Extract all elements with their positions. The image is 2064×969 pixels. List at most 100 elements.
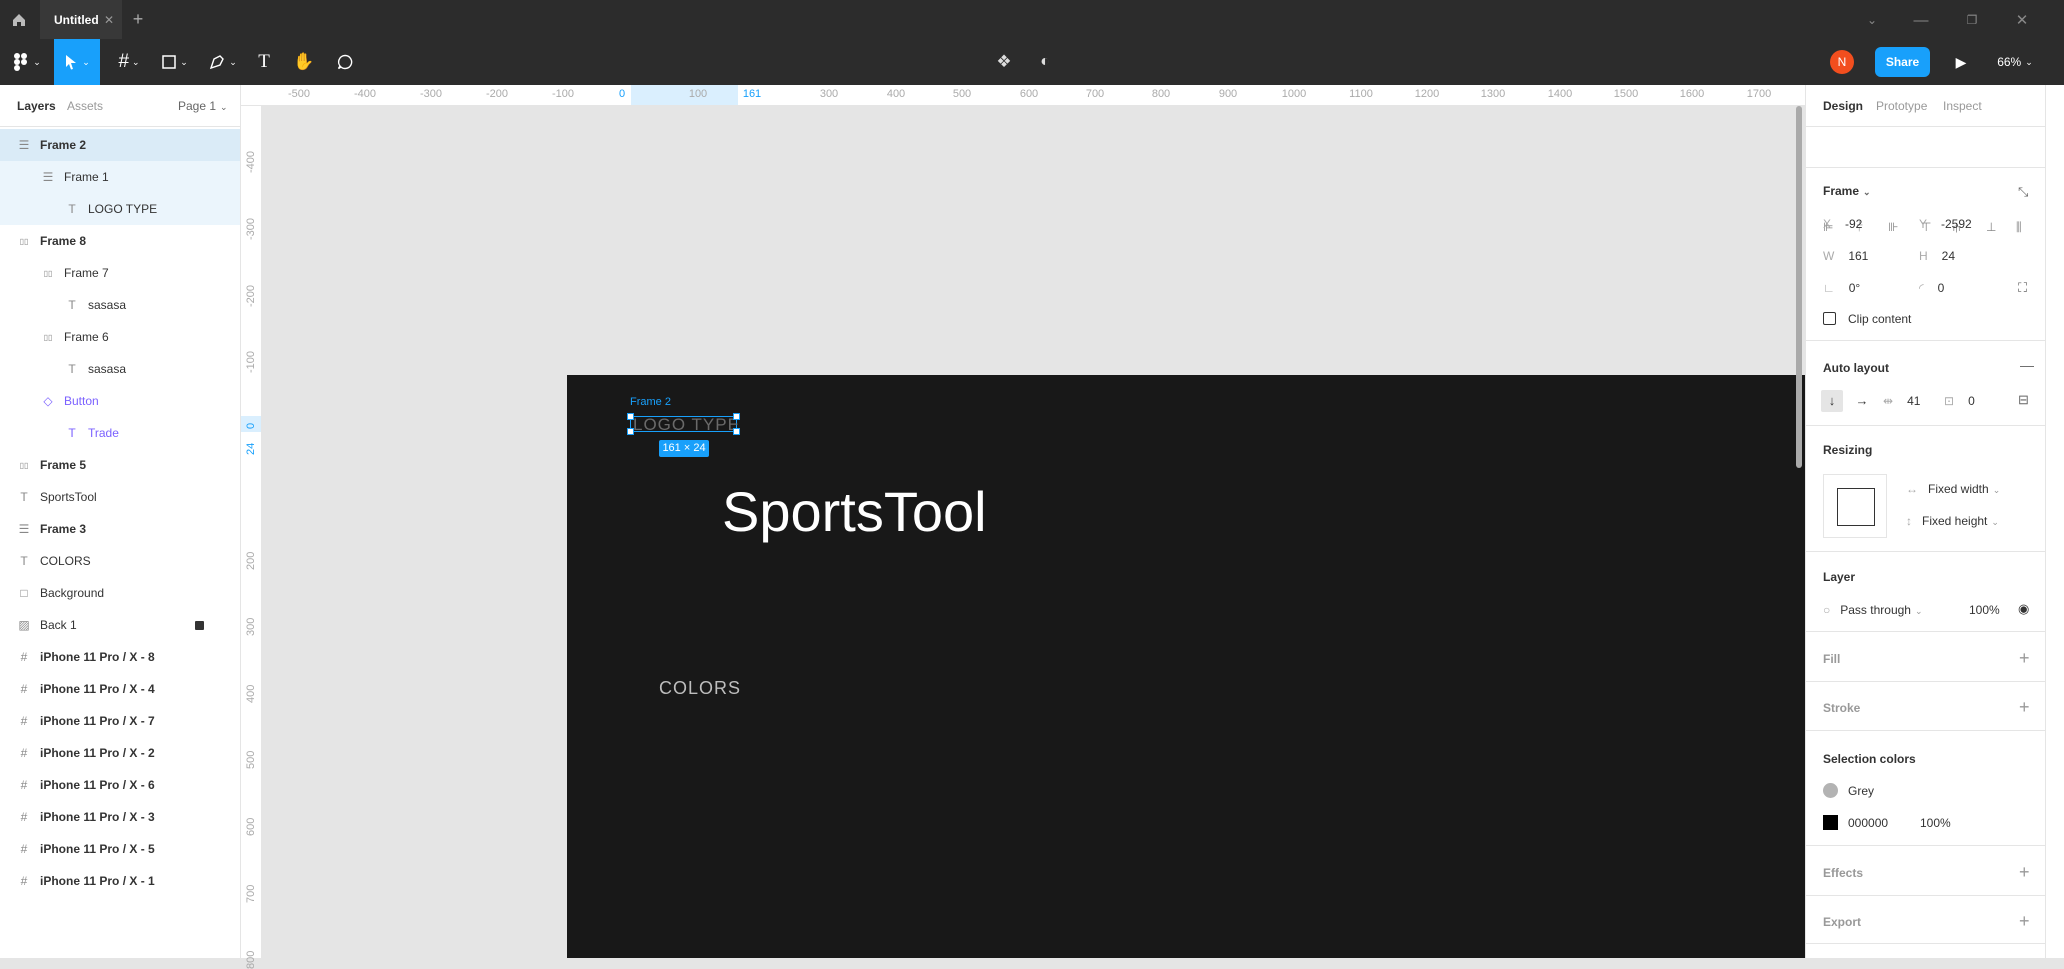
resize-handle-bottom-left[interactable]	[627, 428, 634, 435]
add-stroke-icon[interactable]: +	[2019, 698, 2030, 716]
tab-inspect[interactable]: Inspect	[1943, 99, 1982, 113]
layer-row[interactable]: ☰ Frame 1	[0, 161, 240, 193]
add-fill-icon[interactable]: +	[2019, 649, 2030, 667]
layer-row[interactable]: # iPhone 11 Pro / X - 5	[0, 833, 240, 865]
x-field[interactable]: X -92	[1823, 217, 1862, 231]
layer-row[interactable]: ☰ Frame 2	[0, 129, 240, 161]
shape-tool-icon[interactable]: ⌄	[158, 51, 192, 73]
add-effect-icon[interactable]: +	[2019, 863, 2030, 881]
layer-row[interactable]: # iPhone 11 Pro / X - 1	[0, 865, 240, 897]
close-tab-icon[interactable]: ✕	[104, 13, 114, 27]
page-selector[interactable]: Page 1 ⌄	[178, 99, 228, 113]
frame-type-dropdown[interactable]: Frame ⌄	[1823, 184, 1871, 198]
layer-row[interactable]: Tsasasa	[0, 289, 240, 321]
layer-row[interactable]: # iPhone 11 Pro / X - 2	[0, 737, 240, 769]
layer-row[interactable]: ▯▯ Frame 6	[0, 321, 240, 353]
resize-handle-bottom-right[interactable]	[733, 428, 740, 435]
remove-auto-layout-icon[interactable]: —	[2020, 357, 2034, 373]
layer-row[interactable]: # iPhone 11 Pro / X - 6	[0, 769, 240, 801]
layer-row[interactable]: T SportsTool	[0, 481, 240, 513]
layer-row[interactable]: T Trade	[0, 417, 240, 449]
logo-type-selection[interactable]: LOGO TYPE	[627, 413, 740, 435]
canvas-frame-label[interactable]: Frame 2	[630, 396, 671, 408]
frame-icon: #	[20, 810, 28, 824]
text-tool-icon[interactable]: T	[252, 51, 276, 73]
lock-icon[interactable]	[195, 620, 204, 630]
comment-tool-icon[interactable]	[333, 51, 357, 73]
opacity-field[interactable]: 100%	[1969, 603, 2000, 617]
close-window-icon[interactable]: ✕	[2012, 10, 2032, 30]
layer-row[interactable]: ▯▯ Frame 8	[0, 225, 240, 257]
fixed-width-dropdown[interactable]: ↔ Fixed width ⌄	[1906, 482, 2000, 496]
layer-row[interactable]: # iPhone 11 Pro / X - 4	[0, 673, 240, 705]
layer-row[interactable]: ◇ Button	[0, 385, 240, 417]
restore-icon[interactable]: ❐	[1962, 10, 1982, 30]
align-right-icon[interactable]: ⊪	[1888, 220, 1904, 236]
clip-content-label[interactable]: Clip content	[1848, 312, 1911, 326]
selection-color-black[interactable]: 000000 100%	[1823, 813, 2023, 833]
resize-handle-top-left[interactable]	[627, 413, 634, 420]
contrast-icon[interactable]: ◐	[1033, 51, 1057, 73]
main-menu-icon[interactable]: ⌄	[12, 51, 42, 73]
blend-mode-label: Pass through	[1840, 603, 1911, 617]
clip-content-checkbox[interactable]	[1823, 312, 1836, 325]
selection-color-grey[interactable]: Grey	[1823, 781, 2023, 801]
align-bottom-icon[interactable]: ⊥	[1986, 220, 2002, 236]
layer-row[interactable]: ▯▯ Frame 5	[0, 449, 240, 481]
fixed-height-dropdown[interactable]: ↕ Fixed height ⌄	[1906, 514, 1999, 528]
chevron-down-icon[interactable]: ⌄	[1862, 10, 1882, 30]
layer-row[interactable]: □ Background	[0, 577, 240, 609]
new-tab-icon[interactable]: +	[128, 9, 148, 29]
fit-content-icon[interactable]: ⤡	[2018, 184, 2028, 200]
file-tab[interactable]: Untitled ✕	[40, 0, 122, 39]
present-icon[interactable]: ▶	[1950, 51, 1972, 73]
radius-field[interactable]: ◜ 0	[1919, 281, 1944, 295]
padding-field[interactable]: ⊡ 0	[1944, 394, 1975, 408]
layer-row[interactable]: Tsasasa	[0, 353, 240, 385]
resize-handle-top-right[interactable]	[733, 413, 740, 420]
canvas[interactable]: Frame 2 LOGO TYPE 161 × 24 SportsTool CO…	[262, 106, 1805, 958]
eye-icon[interactable]: ◉	[2018, 601, 2029, 617]
section-divider	[1806, 551, 2046, 552]
minimize-icon[interactable]: —	[1911, 10, 1931, 30]
home-icon[interactable]	[8, 9, 30, 31]
layer-row[interactable]: ☰ Frame 3	[0, 513, 240, 545]
layer-row[interactable]: T COLORS	[0, 545, 240, 577]
h-field[interactable]: H 24	[1919, 249, 1955, 263]
layer-row[interactable]: # iPhone 11 Pro / X - 7	[0, 705, 240, 737]
move-tool-button[interactable]: ⌄	[54, 39, 100, 85]
tab-design[interactable]: Design	[1823, 99, 1863, 113]
alignment-settings-icon[interactable]: ⊟	[2018, 392, 2029, 408]
frame-tool-icon[interactable]: # ⌄	[112, 51, 146, 73]
ruler-top-label: 0	[618, 88, 626, 100]
add-export-icon[interactable]: +	[2019, 912, 2030, 930]
rotation-field[interactable]: ∟ 0°	[1823, 281, 1860, 295]
zoom-menu[interactable]: 66% ⌄	[1990, 51, 2040, 73]
layer-row[interactable]: ▯▯ Frame 7	[0, 257, 240, 289]
avatar[interactable]: N	[1830, 50, 1854, 74]
components-icon[interactable]: ❖	[992, 51, 1016, 73]
tab-layers[interactable]: Layers	[17, 99, 56, 113]
distribute-icon[interactable]: ⫼	[2016, 220, 2032, 236]
layer-row[interactable]: T LOGO TYPE	[0, 193, 240, 225]
y-field[interactable]: Y -2592	[1919, 217, 1972, 231]
layer-row[interactable]: ▨ Back 1	[0, 609, 240, 641]
direction-vertical-icon[interactable]: ↓	[1821, 390, 1843, 412]
tab-prototype[interactable]: Prototype	[1876, 99, 1927, 113]
spacing-field[interactable]: ⇹ 41	[1883, 394, 1920, 408]
colors-heading[interactable]: COLORS	[659, 678, 741, 699]
blend-mode-dropdown[interactable]: ○ Pass through ⌄	[1823, 603, 1923, 617]
share-button[interactable]: Share	[1875, 47, 1930, 77]
sportstool-title[interactable]: SportsTool	[722, 479, 987, 544]
canvas-scrollbar[interactable]	[1796, 106, 1802, 468]
layer-row[interactable]: # iPhone 11 Pro / X - 8	[0, 641, 240, 673]
hand-tool-icon[interactable]: ✋	[292, 51, 316, 73]
canvas-frame[interactable]: Frame 2 LOGO TYPE 161 × 24 SportsTool CO…	[567, 375, 1805, 958]
direction-horizontal-icon[interactable]: →	[1852, 390, 1872, 412]
w-field[interactable]: W 161	[1823, 249, 1868, 263]
layer-row[interactable]: # iPhone 11 Pro / X - 3	[0, 801, 240, 833]
pen-tool-icon[interactable]: ⌄	[206, 51, 240, 73]
independent-corners-icon[interactable]: ⛶	[2018, 280, 2027, 296]
ruler-left-label: 700	[245, 884, 257, 903]
tab-assets[interactable]: Assets	[67, 99, 103, 113]
